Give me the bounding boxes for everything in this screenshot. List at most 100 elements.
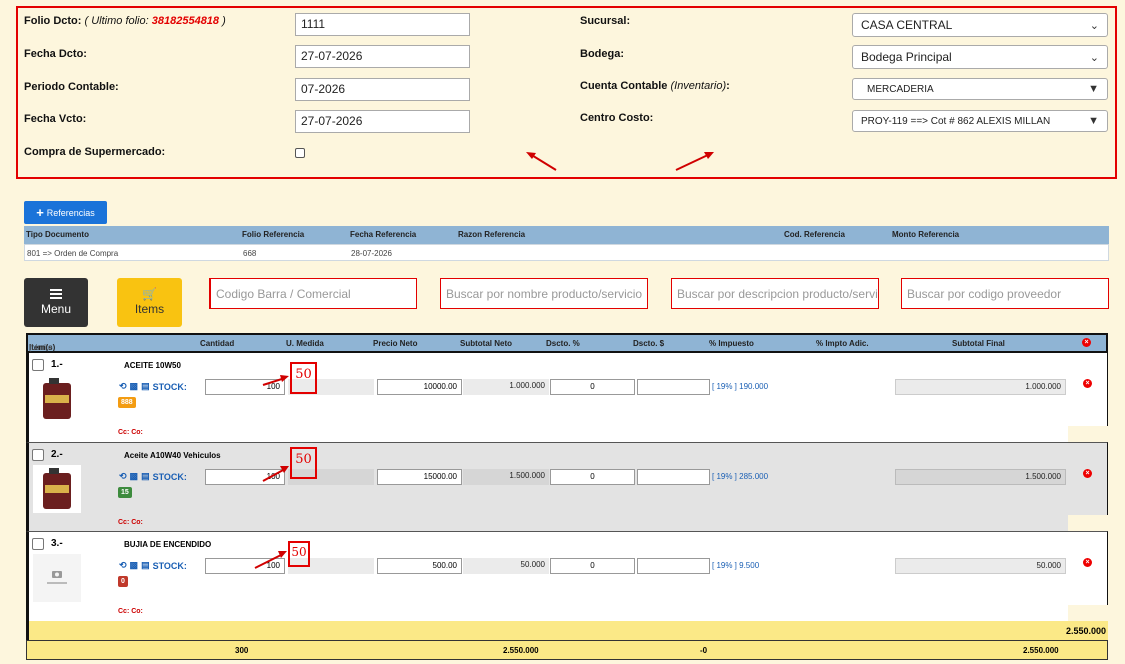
sucursal-label: Sucursal: [580,15,631,27]
ref-fecha: 28-07-2026 [351,249,392,258]
table-row: 3.- BUJIA DE ENCENDIDO ⟲ ▩ ▤ STOCK: 0 Cc: C… [26,531,1110,621]
ref-col-razon: Razon Referencia [458,230,526,239]
referencias-table-header: Tipo Documento Folio Referencia Fecha Re… [24,226,1109,244]
folio-label: Folio Dcto: ( Ultimo folio: 38182554818 … [24,15,226,27]
ref-col-cod: Cod. Referencia [784,230,845,239]
umedida-annotation: 50 [290,447,317,479]
precio-input[interactable]: 500.00 [377,558,462,574]
dscto-amt-input[interactable] [637,558,710,574]
folder-icon[interactable]: ▩ [130,560,139,571]
chevron-down-icon: ⌄ [1089,51,1099,64]
referencias-button[interactable]: + Referencias [24,201,107,224]
totals-row: 300 2.550.000 -0 2.550.000 [26,640,1108,660]
periodo-label: Periodo Contable: [24,81,119,93]
folio-input[interactable]: 1111 [295,13,470,36]
provider-search-input[interactable]: Buscar por codigo proveedor [901,278,1109,309]
referencias-row[interactable]: 801 => Orden de Compra 668 28-07-2026 [24,244,1109,261]
plus-icon: + [36,205,44,220]
fecha-dcto-label: Fecha Dcto: [24,48,87,60]
caret-down-icon: ▼ [1088,83,1099,95]
col-impuesto: % Impuesto [709,339,754,348]
annotation-arrows [526,152,714,171]
delete-row-icon[interactable]: × [1083,558,1092,567]
fecha-dcto-input[interactable]: 27-07-2026 [295,45,470,68]
centro-select[interactable]: PROY-119 ==> Cot # 862 ALEXIS MILLAN ▼ [852,110,1108,132]
history-icon[interactable]: ⟲ [119,560,127,571]
dscto-pct-input[interactable]: 0 [550,469,635,485]
impuesto-value: [ 19% ] 285.000 [712,472,769,481]
cart-icon: 🛒 [142,287,157,301]
centro-value: PROY-119 ==> Cot # 862 ALEXIS MILLAN [861,115,1051,127]
subtotal-final-value: 1.500.000 [895,469,1066,485]
col-subtotal-final: Subtotal Final [952,339,1005,348]
folder-icon[interactable]: ▩ [130,471,139,482]
row-actions: ⟲ ▩ ▤ STOCK: [119,381,187,392]
name-search-input[interactable]: Buscar por nombre producto/servicio [440,278,648,309]
folder-icon[interactable]: ▩ [130,381,139,392]
document-icon[interactable]: ▤ [141,560,150,571]
dscto-pct-input[interactable]: 0 [550,558,635,574]
annotation-arrow [262,375,289,386]
subtotal-value: 1.000.000 [463,379,549,395]
history-icon[interactable]: ⟲ [119,471,127,482]
bodega-value: Bodega Principal [861,50,952,64]
fecha-vcto-input[interactable]: 27-07-2026 [295,110,470,133]
precio-input[interactable]: 15000.00 [377,469,462,485]
impuesto-value: [ 19% ] 190.000 [712,382,769,391]
umedida-annotation: 50 [288,541,310,567]
cuenta-value: MERCADERIA [867,83,934,95]
history-icon[interactable]: ⟲ [119,381,127,392]
subtotal-value: 50.000 [463,558,549,574]
barcode-search-input[interactable]: Codigo Barra / Comercial [209,278,417,309]
bodega-select[interactable]: Bodega Principal ⌄ [852,45,1108,69]
ref-col-folio: Folio Referencia [242,230,305,239]
items-label: Items [134,302,165,316]
col-umedida: U. Medida [286,339,324,348]
periodo-input[interactable]: 07-2026 [295,78,470,101]
menu-button[interactable]: Menu [24,278,88,327]
delete-row-icon[interactable]: × [1083,469,1092,478]
document-icon[interactable]: ▤ [141,381,150,392]
stock-badge: 0 [118,576,128,587]
no-image-placeholder [33,554,81,602]
impuesto-value: [ 19% ] 9.500 [712,561,760,570]
annotation-arrow [262,466,289,482]
total-cantidad: 300 [235,646,249,655]
cc-label: Cc: Co: [118,608,143,615]
ref-col-monto: Monto Referencia [892,230,960,239]
row-checkbox[interactable] [32,359,44,371]
sucursal-select[interactable]: CASA CENTRAL ⌄ [852,13,1108,37]
supermercado-label: Compra de Supermercado: [24,146,166,158]
delete-row-icon[interactable]: × [1083,379,1092,388]
total-dscto: -0 [700,646,708,655]
bodega-label: Bodega: [580,48,624,60]
dscto-amt-input[interactable] [637,469,710,485]
stock-label: STOCK: [152,381,187,392]
ref-col-fecha: Fecha Referencia [350,230,417,239]
oil-can-image [33,375,81,423]
col-dscto-pct: Dscto. % [546,339,580,348]
cuenta-label: Cuenta Contable (Inventario): [580,80,730,92]
items-button[interactable]: 🛒 Items [117,278,182,327]
row-spacer [1068,515,1110,531]
description-search-input[interactable]: Buscar por descripcion producto/servicio [671,278,879,309]
row-number: 1.- [51,359,63,370]
dscto-pct-input[interactable]: 0 [550,379,635,395]
document-icon[interactable]: ▤ [141,471,150,482]
dscto-amt-input[interactable] [637,379,710,395]
table-row: 1.- ACEITE 10W50 ⟲ ▩ ▤ STOCK: 888 Cc: Co: 1… [26,353,1110,442]
supermercado-checkbox[interactable] [295,148,305,158]
fecha-vcto-label: Fecha Vcto: [24,113,87,125]
stock-label: STOCK: [152,471,187,482]
table-row: 2.- Aceite A10W40 Vehiculos ⟲ ▩ ▤ STOCK: 15… [26,442,1110,531]
oil-can-image [33,465,81,513]
chevron-down-icon: ⌄ [1089,19,1099,32]
precio-input[interactable]: 10000.00 [377,379,462,395]
subtotal-value: 1.500.000 [463,469,549,485]
remove-all-icon[interactable]: × [1082,338,1091,347]
subtotal-final-value: 50.000 [895,558,1066,574]
cuenta-select[interactable]: MERCADERIA ▼ [852,78,1108,100]
col-subtotal: Subtotal Neto [460,339,512,348]
row-checkbox[interactable] [32,538,44,550]
row-checkbox[interactable] [32,449,44,461]
